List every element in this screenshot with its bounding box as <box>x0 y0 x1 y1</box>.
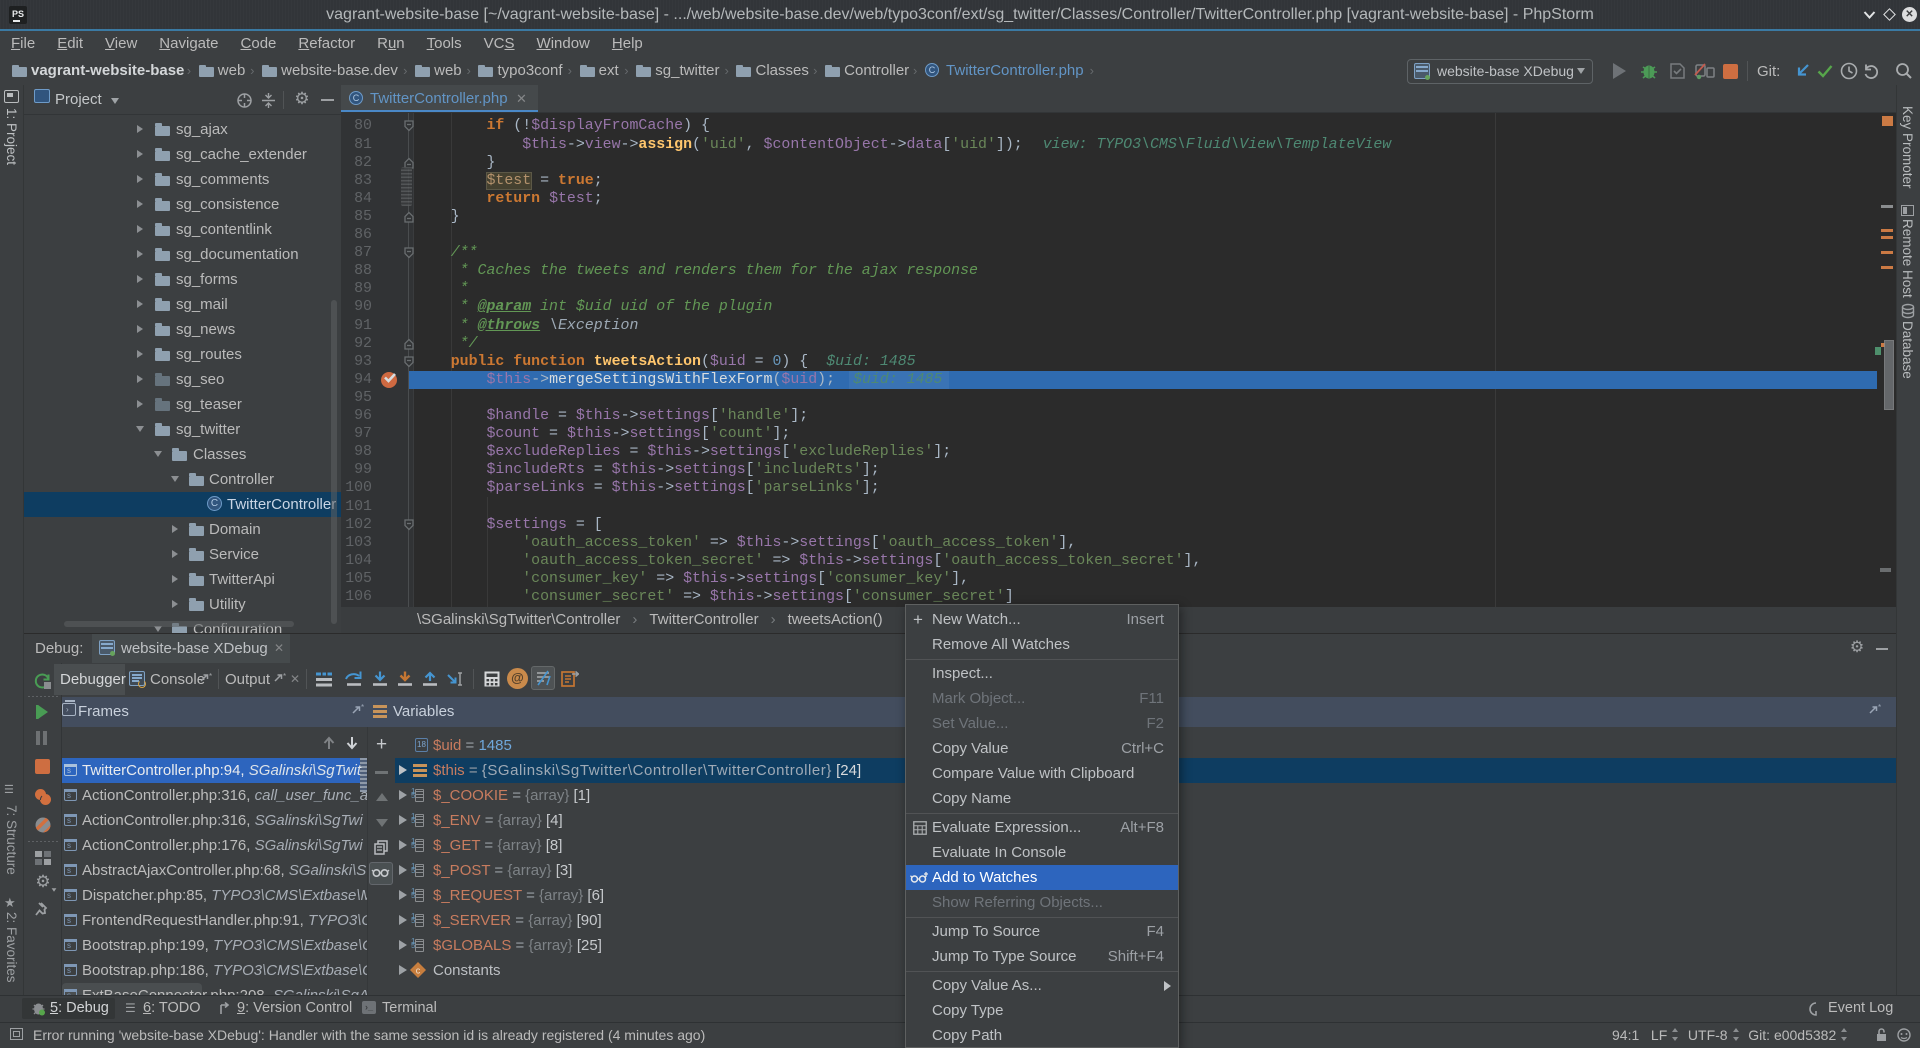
svg-text:c: c <box>416 965 421 975</box>
svg-text:*: * <box>209 672 212 681</box>
svg-text:*: * <box>283 672 286 681</box>
svg-text:*: * <box>361 704 364 712</box>
svg-text:*: * <box>1878 704 1881 712</box>
